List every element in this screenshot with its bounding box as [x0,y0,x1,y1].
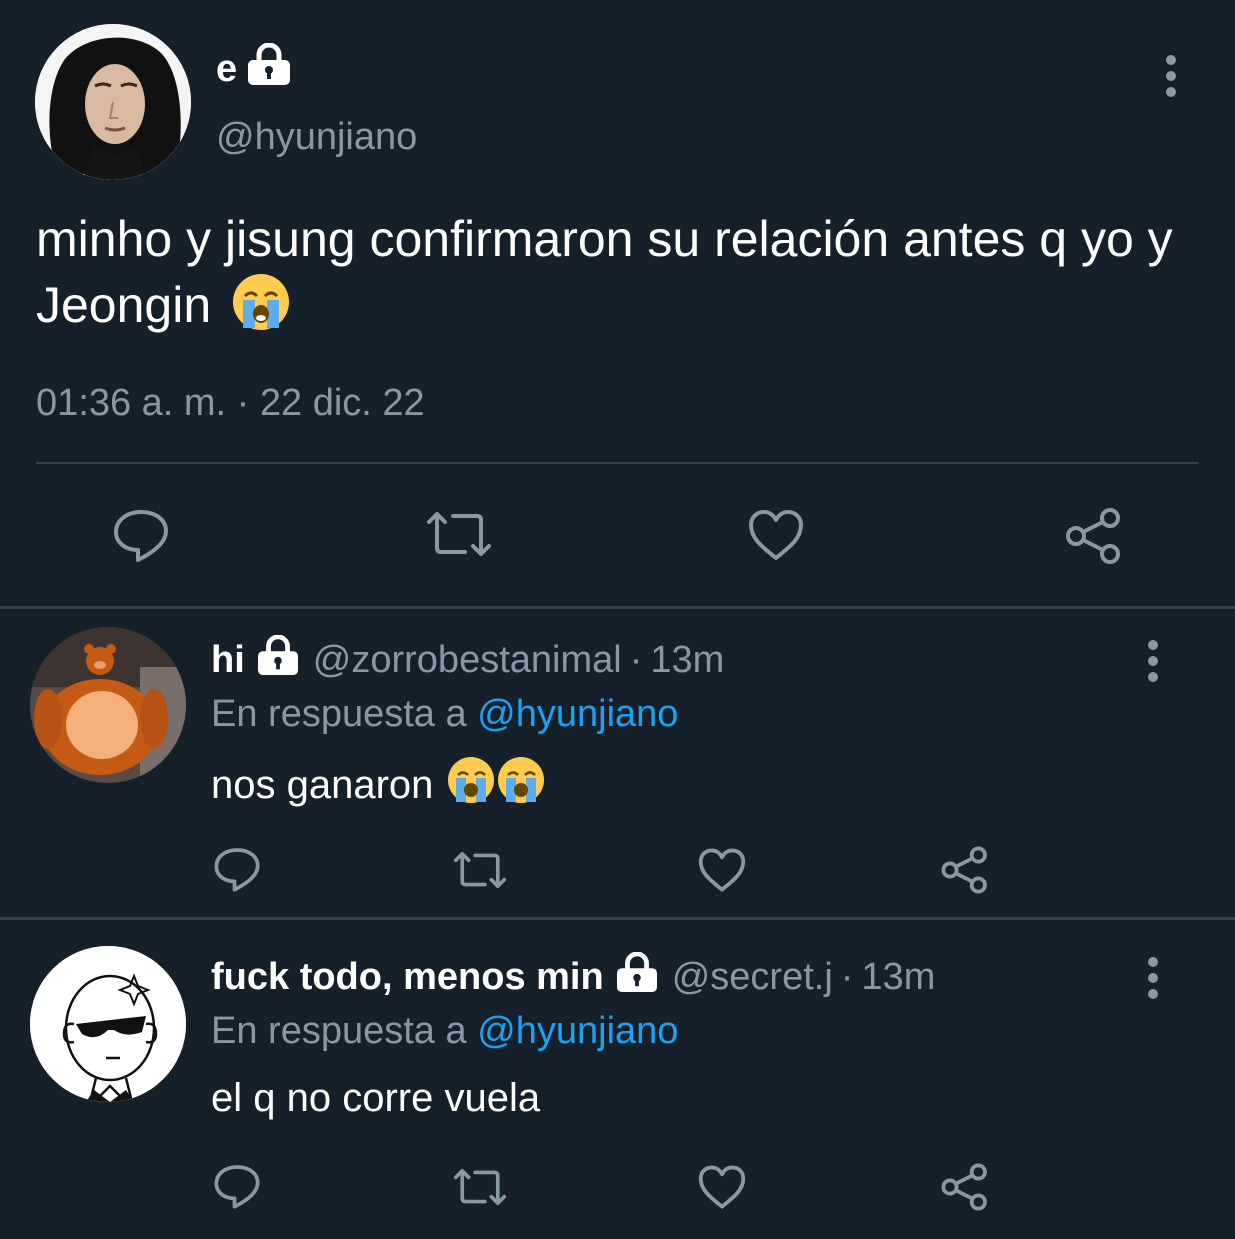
reply-header: fuck todo, menos min @secret.j · 13m [211,951,935,1002]
reply-mention-link[interactable]: @hyunjiano [477,693,678,735]
reply-icon[interactable] [213,845,261,898]
avatar[interactable] [30,627,186,783]
share-icon[interactable] [940,1162,990,1217]
user-handle[interactable]: @zorrobestanimal [313,639,622,682]
separator-dot: · [840,955,854,998]
reply-mention-link[interactable]: @hyunjiano [477,1010,678,1052]
avatar-image [35,24,191,180]
tweet-time[interactable]: 13m [861,956,935,999]
divider [36,462,1198,464]
lock-icon [245,42,293,95]
reply-icon[interactable] [112,506,170,569]
like-icon[interactable] [747,508,805,567]
share-icon[interactable] [940,845,990,900]
lock-icon [255,634,301,685]
tweet-text: el q no corre vuela [211,1076,540,1121]
reply-icon[interactable] [213,1162,261,1215]
more-options-icon[interactable] [1146,639,1160,683]
tweet-text-content: minho y jisung confirmaron su relación a… [36,211,1173,333]
avatar-image [30,946,186,1102]
tweet-thread: e @hyunjiano minho y jisung confirmaron … [0,0,1235,1239]
avatar[interactable] [30,946,186,1102]
lock-icon [614,951,660,1002]
main-tweet[interactable]: e @hyunjiano minho y jisung confirmaron … [0,0,1235,608]
retweet-icon[interactable] [425,508,493,565]
user-handle[interactable]: @hyunjiano [216,116,417,159]
more-options-icon[interactable] [1146,956,1160,1000]
display-name[interactable]: hi [211,639,245,682]
reply-prefix: En respuesta a [211,1010,467,1052]
tweet-time[interactable]: 13m [650,639,724,682]
display-name[interactable]: fuck todo, menos min [211,956,604,999]
avatar-image [30,627,186,783]
display-name[interactable]: e [216,42,293,95]
tweet-text: nos ganaron [211,755,545,815]
tweet-text: minho y jisung confirmaron su relación a… [36,206,1206,348]
share-icon[interactable] [1064,506,1124,571]
reply-header: hi @zorrobestanimal · 13m [211,634,724,685]
separator-dot: · [629,638,643,681]
like-icon[interactable] [697,1164,747,1215]
reply-prefix: En respuesta a [211,693,467,735]
tweet-text-content: el q no corre vuela [211,1076,541,1120]
avatar[interactable] [35,24,191,180]
reply-tweet[interactable]: fuck todo, menos min @secret.j · 13m En … [0,920,1235,1239]
more-options-icon[interactable] [1164,54,1178,98]
crying-face-emoji [447,755,545,815]
reply-tweet[interactable]: hi @zorrobestanimal · 13m En respuesta a… [0,609,1235,917]
retweet-icon[interactable] [452,1166,508,1213]
tweet-text-content: nos ganaron [211,762,434,807]
reply-context: En respuesta a @hyunjiano [211,693,678,736]
reply-context: En respuesta a @hyunjiano [211,1010,678,1053]
user-handle[interactable]: @secret.j [672,956,833,999]
tweet-timestamp[interactable]: 01:36 a. m. · 22 dic. 22 [36,382,425,425]
like-icon[interactable] [697,847,747,898]
crying-face-emoji [231,272,291,348]
retweet-icon[interactable] [452,849,508,896]
display-name-text: e [216,47,238,90]
